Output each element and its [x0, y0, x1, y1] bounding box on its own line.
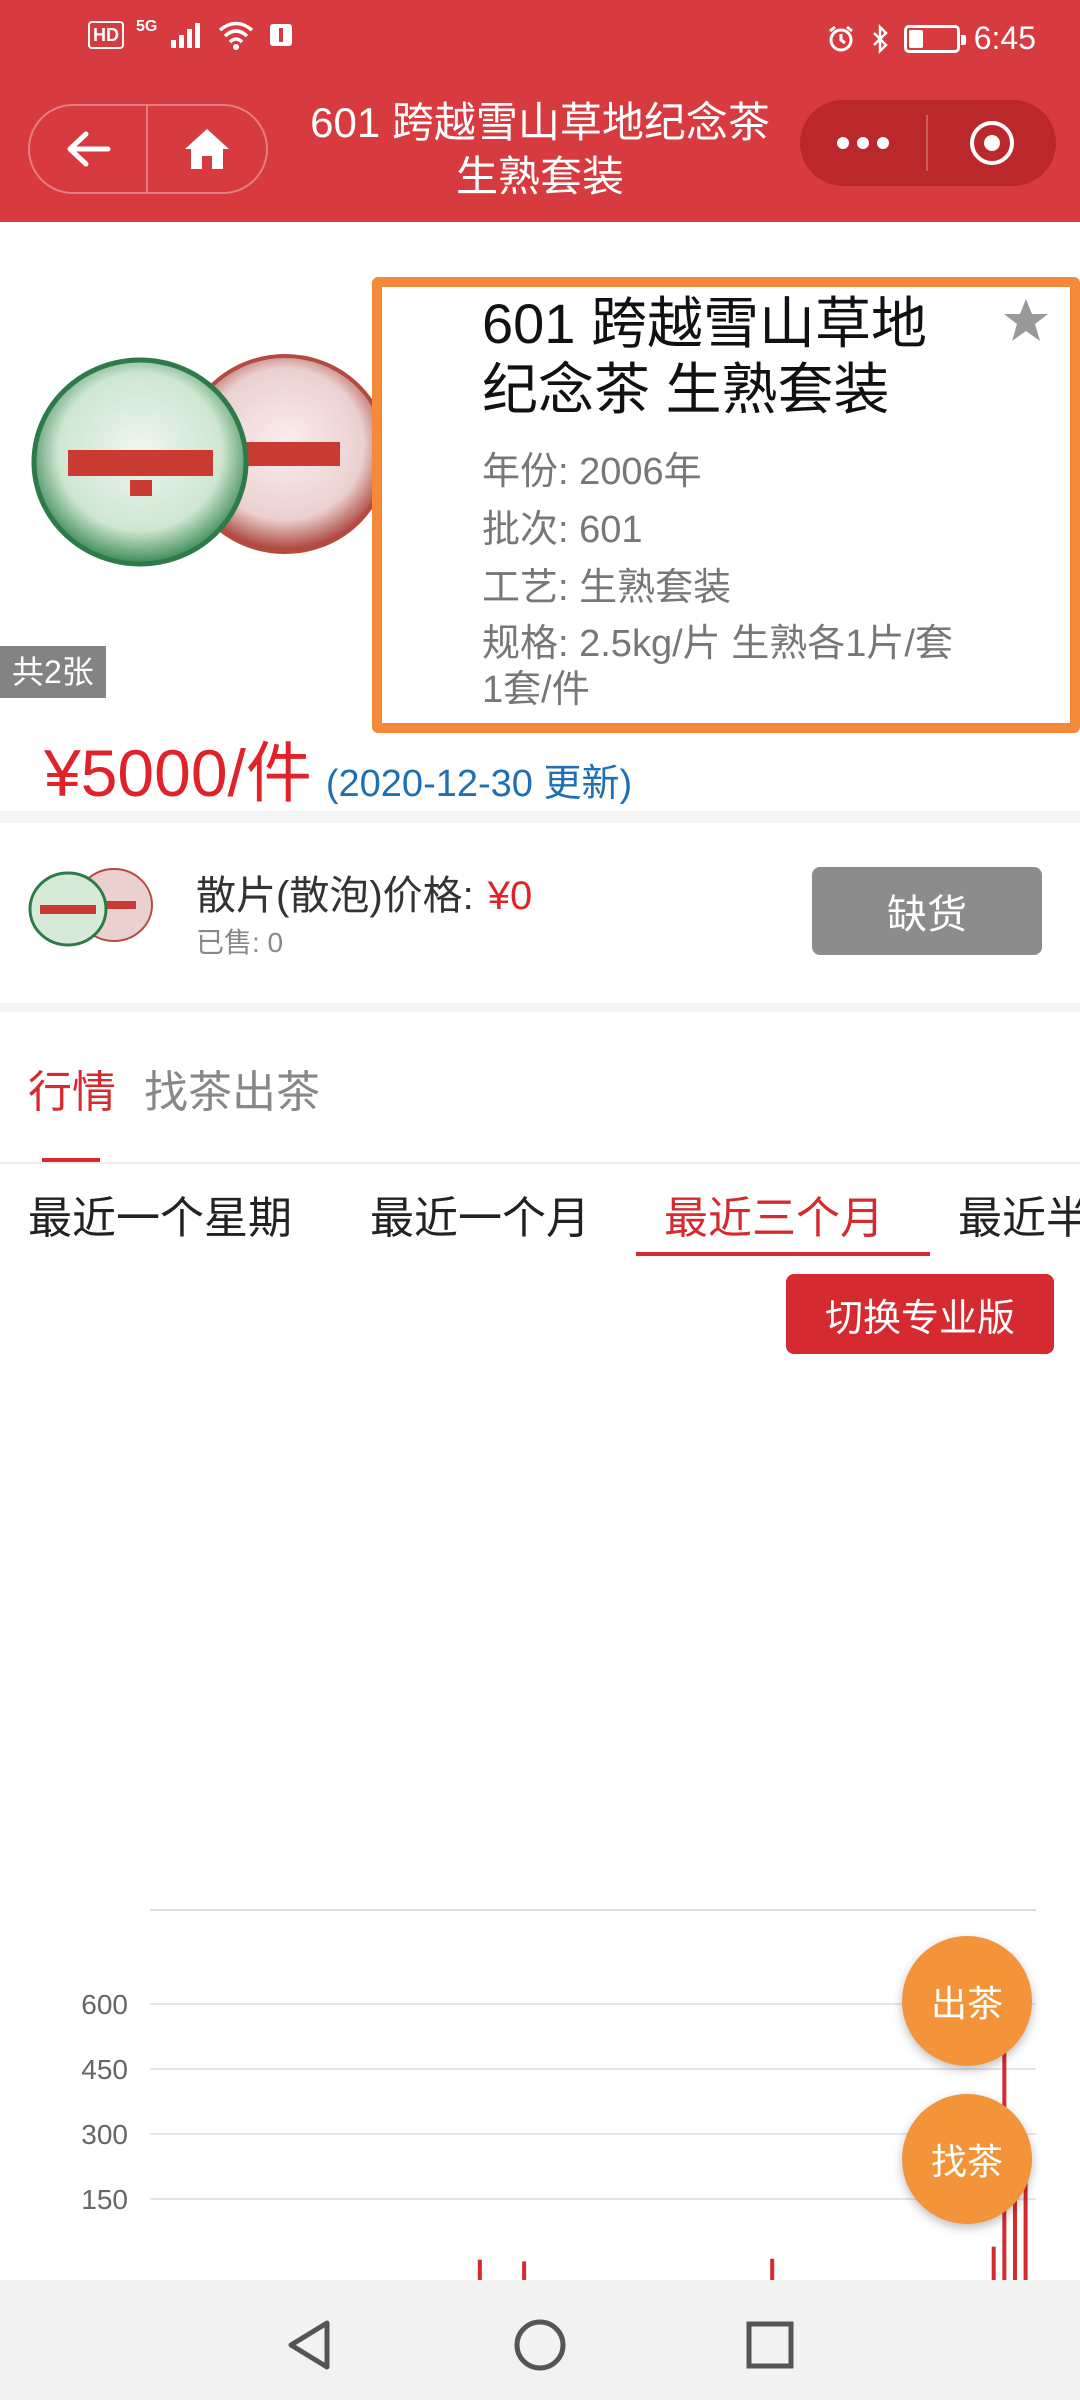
loose-price-section: 散片(散泡)价格: ¥0 已售: 0 缺货 [0, 823, 1080, 1003]
price-row: ¥5000/件 (2020-12-30 更新) [44, 720, 632, 816]
attr-craft: 工艺: 生熟套装 [482, 567, 732, 609]
tab-indicator [42, 1158, 100, 1162]
favorite-button[interactable] [1002, 297, 1050, 348]
attr-batch: 批次: 601 [482, 509, 643, 551]
system-home-button[interactable] [505, 2310, 575, 2380]
price-chart: 150 300 450 600 [81, 1909, 1036, 2280]
app-header: HD 5G 6:45 601 跨越雪山草地纪念茶 生熟套装 [0, 0, 1080, 222]
page-title-line2: 生熟套装 [455, 153, 624, 200]
status-left: HD 5G [88, 18, 295, 50]
y-tick-label: 450 [81, 2054, 128, 2085]
product-price: ¥5000/件 [44, 736, 312, 810]
period-half-year[interactable]: 最近半 [958, 1182, 1080, 1246]
back-button[interactable] [30, 106, 148, 192]
loose-sold-count: 已售: 0 [196, 927, 284, 958]
wifi-icon [219, 21, 254, 50]
out-of-stock-button[interactable]: 缺货 [812, 867, 1042, 955]
status-bar: HD 5G 6:45 [0, 0, 1080, 80]
sell-tea-button[interactable]: 出茶 [902, 1936, 1032, 2066]
recents-square-icon [746, 2321, 794, 2369]
tab-find-tea[interactable]: 找茶出茶 [144, 1056, 320, 1120]
y-tick-label: 150 [81, 2184, 128, 2215]
star-icon [1004, 299, 1048, 341]
find-tea-button[interactable]: 找茶 [902, 2094, 1032, 2224]
attr-spec-line2: 1套/件 [482, 669, 590, 711]
alarm-icon [828, 25, 853, 51]
arrow-left-icon [67, 131, 111, 167]
mini-program-capsule [800, 100, 1056, 186]
close-miniprogram-button[interactable] [928, 100, 1056, 186]
loose-thumbnail [28, 868, 153, 947]
product-image[interactable] [30, 342, 390, 582]
book-icon [270, 24, 293, 46]
clock: 6:45 [973, 20, 1036, 56]
content-tabs: 行情 找茶出茶 [0, 1012, 1080, 1164]
tab-market[interactable]: 行情 [28, 1056, 116, 1120]
home-icon [185, 129, 229, 169]
section-divider [0, 811, 1080, 823]
network-label: 5G [136, 18, 158, 35]
loose-price-title: 散片(散泡)价格: [196, 874, 474, 918]
status-right: 6:45 [826, 20, 1036, 57]
bluetooth-icon [872, 23, 888, 54]
back-triangle-icon [288, 2320, 330, 2370]
nav-capsule-left [28, 104, 268, 194]
battery-level [908, 29, 923, 48]
battery-icon [903, 24, 966, 53]
period-three-months[interactable]: 最近三个月 [664, 1182, 884, 1246]
loose-price-value: ¥0 [487, 874, 533, 918]
price-update-date: (2020-12-30 更新) [325, 763, 633, 805]
y-tick-label: 600 [81, 1989, 128, 2020]
product-attributes: 年份: 2006年 批次: 601 工艺: 生熟套装 规格: 2.5kg/片 生… [482, 443, 1002, 713]
page-title-line1: 601 跨越雪山草地纪念茶 [310, 99, 770, 146]
attr-year: 年份: 2006年 [482, 451, 702, 493]
system-back-button[interactable] [274, 2310, 344, 2380]
chart-bar [522, 2261, 527, 2280]
product-info-card: 601 跨越雪山草地纪念茶 生熟套装 年份: 2006年 批次: 601 工艺:… [372, 277, 1080, 733]
period-selector: 最近一个星期 最近一个月 最近三个月 最近半 [0, 1166, 1080, 1262]
attr-spec: 规格: 2.5kg/片 生熟各1片/套 1套/件 [482, 621, 1002, 713]
more-dots-icon [837, 137, 889, 149]
y-tick-label: 300 [81, 2119, 128, 2150]
more-button[interactable] [800, 115, 928, 171]
loose-price-label: 散片(散泡)价格: ¥0 [196, 863, 532, 921]
product-section: 共2张 601 跨越雪山草地纪念茶 生熟套装 年份: 2006年 批次: 601… [0, 222, 1080, 812]
attr-spec-line1: 规格: 2.5kg/片 生熟各1片/套 [482, 623, 953, 665]
page-title: 601 跨越雪山草地纪念茶 生熟套装 [282, 96, 798, 204]
home-circle-icon [514, 2319, 566, 2371]
switch-pro-button[interactable]: 切换专业版 [786, 1274, 1054, 1354]
period-month[interactable]: 最近一个月 [370, 1182, 590, 1246]
image-count-badge: 共2张 [0, 646, 106, 698]
product-title: 601 跨越雪山草地纪念茶 生熟套装 [482, 292, 927, 421]
chart-bar [477, 2259, 482, 2280]
signal-icon [171, 23, 201, 48]
system-recents-button[interactable] [735, 2310, 805, 2380]
chart-bar [1023, 2177, 1028, 2280]
chart-bar [991, 2246, 996, 2280]
target-icon [970, 121, 1014, 165]
home-button[interactable] [148, 106, 266, 192]
period-week[interactable]: 最近一个星期 [28, 1182, 292, 1246]
period-indicator [636, 1252, 930, 1256]
chart-bar [770, 2258, 775, 2280]
hd-badge: HD [88, 21, 124, 49]
system-navigation-bar [0, 2280, 1080, 2400]
